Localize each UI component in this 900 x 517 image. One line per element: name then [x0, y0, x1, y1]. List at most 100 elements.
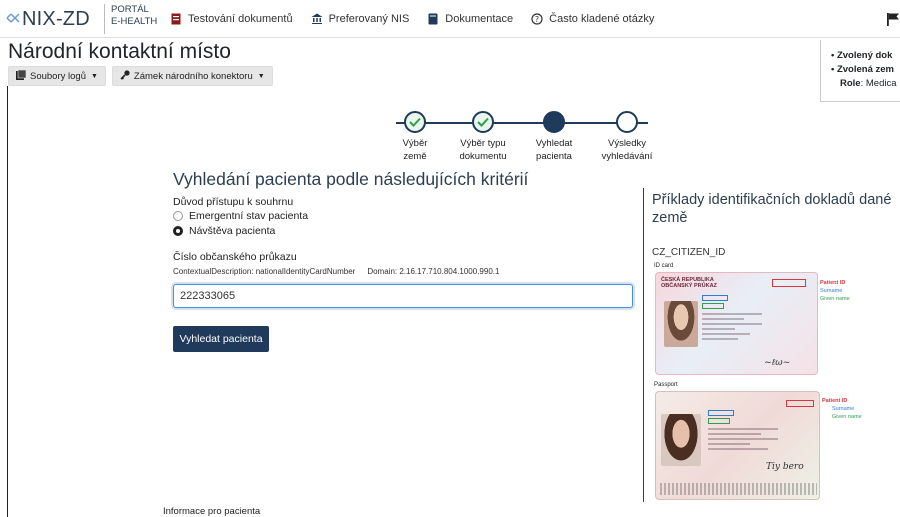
nav-link-preferred-nis[interactable]: Preferovaný NIS [311, 13, 410, 25]
given-name-annotation: Given name [820, 296, 850, 302]
card-header: ČESKÁ REPUBLIKA OBČANSKÝ PRŮKAZ [661, 277, 717, 289]
selected-country-item: • Zvolená zem [831, 64, 894, 75]
surname-annotation: Surname [832, 406, 855, 412]
svg-text:?: ? [535, 15, 539, 24]
question-circle-icon: ? [531, 13, 543, 25]
id-card-number-input[interactable] [173, 284, 633, 308]
domain-text: Domain: 2.16.17.710.804.1000.990.1 [367, 267, 500, 276]
given-name-highlight [708, 418, 730, 424]
patient-id-highlight [772, 279, 806, 287]
brand-logo[interactable]: NIX-ZD [6, 6, 90, 32]
selection-info-panel: • Zvolený dok • Zvolená zem Role: Medica [820, 40, 900, 102]
step-label-line: Výběr typu [460, 138, 506, 149]
role-value: : Medica [860, 78, 897, 89]
radio-emergency-label: Emergentní stav pacienta [189, 210, 309, 222]
surname-highlight [708, 410, 734, 416]
search-patient-button[interactable]: Vyhledat pacienta [173, 326, 269, 352]
step-label-country: Výběr země [380, 137, 450, 163]
chevron-down-icon: ▼ [257, 72, 265, 80]
radio-button-checked[interactable] [173, 226, 183, 236]
step-label-line: Vyhledat [535, 138, 573, 149]
nav-link-label: Často kladené otázky [549, 13, 655, 25]
header-toolbar: Soubory logů ▼ Zámek národního konektoru… [8, 66, 273, 86]
radio-button-unchecked[interactable] [173, 211, 183, 221]
step-label-line: pacienta [536, 151, 572, 162]
search-form-title: Vyhledání pacienta podle následujících k… [173, 169, 529, 189]
portrait-photo [661, 414, 701, 466]
selected-country-label: Zvolená zem [836, 64, 894, 75]
radio-visit[interactable]: Návštěva pacienta [173, 225, 275, 237]
contextual-description: ContextualDescription: nationalIdentityC… [173, 267, 499, 276]
portal-label: PORTÁL E-HEALTH [104, 4, 157, 34]
building-icon [311, 13, 323, 25]
step-label-line: vyhledávání [601, 151, 653, 162]
vertical-divider [643, 188, 644, 502]
patient-info-link[interactable]: Informace pro pacienta [163, 506, 260, 517]
patient-id-annotation: Patient ID [822, 398, 848, 404]
page-title: Národní kontaktní místo [8, 40, 231, 63]
step-4-pending-circle [616, 111, 638, 133]
content-left-border [7, 86, 8, 517]
flag-icon[interactable] [886, 12, 900, 26]
portal-line2: E-HEALTH [111, 16, 158, 27]
patient-id-annotation: Patient ID [820, 280, 846, 286]
chevron-down-icon: ▼ [90, 72, 98, 80]
logo-text: NIX-ZD [22, 7, 90, 30]
passport-caption: Passport [654, 382, 678, 388]
step-label-line: země [403, 151, 427, 162]
nav-link-faq[interactable]: ? Často kladené otázky [531, 13, 654, 25]
role-item: Role: Medica [831, 77, 900, 91]
document-type-label: CZ_CITIZEN_ID [652, 247, 726, 258]
document-icon [170, 13, 182, 25]
given-name-annotation: Given name [832, 414, 862, 420]
nav-links: Testování dokumentů Preferovaný NIS Doku… [170, 0, 672, 38]
step-label-line: Výběr [402, 138, 428, 149]
step-3-active-circle [543, 111, 565, 133]
step-2-check-icon [472, 111, 494, 133]
key-icon [120, 69, 130, 83]
nav-link-label: Preferovaný NIS [328, 13, 410, 25]
portal-line1: PORTÁL [111, 4, 149, 15]
connector-lock-dropdown[interactable]: Zámek národního konektoru ▼ [111, 66, 273, 86]
id-card-caption: ID card [654, 263, 674, 269]
passport-example-image: Tiy bero [655, 391, 820, 500]
step-label-line: Výsledky [607, 138, 646, 149]
patient-id-highlight [786, 400, 814, 407]
selected-document-item: • Zvolený dok [831, 50, 893, 61]
given-name-highlight [702, 303, 724, 309]
card-header-line: OBČANSKÝ PRŮKAZ [661, 283, 717, 289]
step-1-check-icon [404, 111, 426, 133]
id-card-number-label: Číslo občanského průkazu [173, 251, 297, 263]
step-label-results: Výsledky vyhledávání [592, 137, 662, 163]
book-icon [427, 13, 439, 25]
step-label-search-patient: Vyhledat pacienta [519, 137, 589, 163]
connector-lock-label: Zámek národního konektoru [133, 70, 253, 82]
step-label-document-type: Výběr typu dokumentu [448, 137, 518, 163]
nav-link-label: Dokumentace [445, 13, 514, 25]
surname-annotation: Surname [820, 288, 843, 294]
radio-visit-label: Návštěva pacienta [189, 225, 276, 237]
dna-icon [6, 12, 20, 27]
step-label-line: dokumentu [459, 151, 507, 162]
stepper-line [396, 122, 648, 124]
card-text-lines [702, 313, 762, 343]
passport-text-lines [708, 428, 778, 453]
top-navbar: NIX-ZD PORTÁL E-HEALTH Testování dokumen… [0, 0, 900, 38]
role-label: Role [840, 78, 861, 89]
access-reason-label: Důvod přístupu k souhrnu [173, 196, 294, 208]
radio-emergency[interactable]: Emergentní stav pacienta [173, 210, 308, 222]
progress-stepper: Výběr země Výběr typu dokumentu Vyhledat… [390, 108, 660, 168]
id-examples-title: Příklady identifikačních dokladů dané ze… [652, 192, 892, 226]
portrait-photo [664, 301, 698, 347]
file-icon [16, 69, 27, 83]
signature-image: ~ℓω~ [764, 358, 791, 368]
nav-link-testing[interactable]: Testování dokumentů [170, 13, 293, 25]
contextual-description-text: ContextualDescription: nationalIdentityC… [173, 267, 356, 276]
log-files-label: Soubory logů [30, 70, 86, 82]
surname-highlight [702, 295, 728, 301]
signature-image: Tiy bero [766, 462, 804, 472]
nav-link-documentation[interactable]: Dokumentace [427, 13, 513, 25]
nav-link-label: Testování dokumentů [188, 13, 293, 25]
machine-readable-zone [660, 483, 817, 495]
log-files-dropdown[interactable]: Soubory logů ▼ [8, 66, 106, 86]
